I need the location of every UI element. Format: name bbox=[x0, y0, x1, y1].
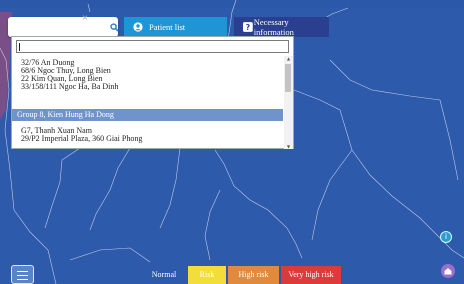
scroll-down-icon[interactable]: ▼ bbox=[285, 144, 292, 149]
text-caret bbox=[19, 43, 20, 51]
address-list: 32/76 An Duong 68/6 Ngoc Thuy, Long Bien… bbox=[12, 56, 283, 149]
list-item[interactable]: 33/158/111 Ngoc Ha, Ba Dinh bbox=[21, 83, 118, 91]
menu-button[interactable] bbox=[11, 265, 34, 284]
svg-text:?: ? bbox=[246, 23, 251, 32]
home-button[interactable] bbox=[441, 264, 455, 278]
legend-high-risk: High risk bbox=[228, 266, 279, 284]
clear-icon[interactable]: × bbox=[80, 13, 90, 23]
tab-label: Patient list bbox=[149, 22, 186, 32]
user-circle-icon bbox=[133, 22, 143, 32]
tab-patient-list[interactable]: Patient list bbox=[124, 17, 227, 37]
scrollbar-thumb[interactable] bbox=[285, 64, 291, 92]
scrollbar[interactable]: ▲ ▼ bbox=[284, 56, 293, 149]
home-icon bbox=[444, 268, 452, 275]
tab-label: Necessary information bbox=[253, 17, 294, 37]
search-icon[interactable] bbox=[110, 23, 119, 32]
patient-list-dropdown: 32/76 An Duong 68/6 Ngoc Thuy, Long Bien… bbox=[11, 36, 294, 149]
legend-normal: Normal bbox=[142, 266, 186, 284]
info-button[interactable]: i bbox=[440, 231, 452, 243]
group-header[interactable]: Group 8, Kien Hung Ha Dong bbox=[12, 109, 283, 121]
legend-risk: Risk bbox=[188, 266, 226, 284]
scroll-up-icon[interactable]: ▲ bbox=[285, 56, 292, 61]
tab-necessary-information[interactable]: ? Necessary information bbox=[234, 17, 329, 37]
list-item[interactable]: 29/P2 Imperial Plaza, 360 Giai Phong bbox=[21, 135, 142, 143]
menu-icon bbox=[17, 271, 28, 272]
patient-search-input[interactable] bbox=[16, 40, 289, 53]
search-box[interactable]: × bbox=[8, 13, 119, 37]
question-icon: ? bbox=[243, 22, 253, 32]
legend-very-high-risk: Very high risk bbox=[281, 266, 341, 284]
